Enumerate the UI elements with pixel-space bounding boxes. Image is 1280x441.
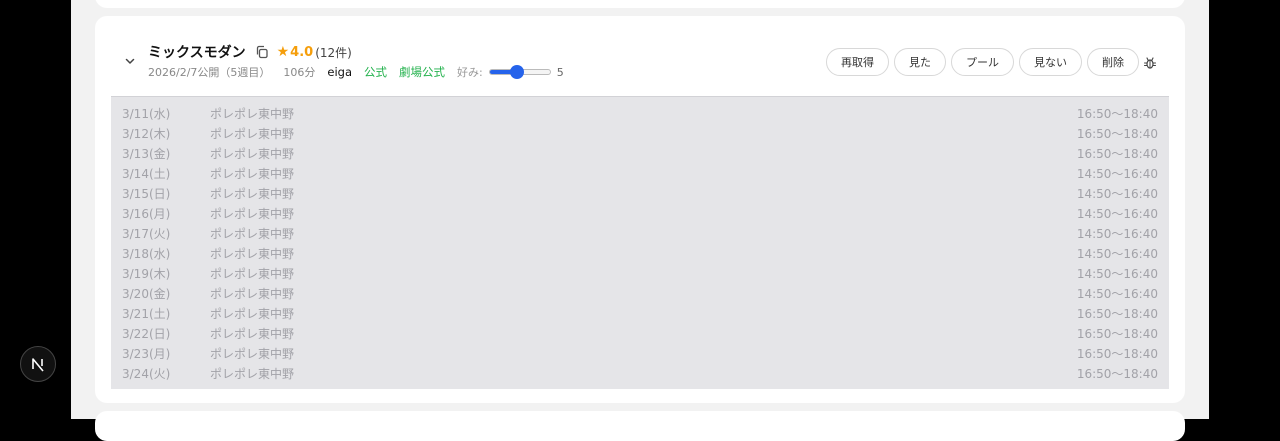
previous-movie-card <box>95 0 1185 8</box>
schedule-time: 16:50〜18:40 <box>1076 107 1158 121</box>
schedule-date: 3/11(水) <box>122 107 171 121</box>
schedule-row: 3/20(金) ポレポレ東中野 14:50〜16:40 <box>111 283 1169 303</box>
schedule-row: 3/23(月) ポレポレ東中野 16:50〜18:40 <box>111 343 1169 363</box>
schedule-time: 14:50〜16:40 <box>1076 287 1158 301</box>
schedule-time: 14:50〜16:40 <box>1076 187 1158 201</box>
rating-value: 4.0 <box>290 44 314 60</box>
schedule-theater: ポレポレ東中野 <box>210 247 295 261</box>
schedule-date: 3/16(月) <box>122 207 171 221</box>
schedule-time: 14:50〜16:40 <box>1076 167 1158 181</box>
watched-button[interactable]: 見た <box>894 48 946 76</box>
schedule-row: 3/21(土) ポレポレ東中野 16:50〜18:40 <box>111 303 1169 323</box>
official-link[interactable]: 公式 <box>364 64 387 80</box>
schedule-time: 14:50〜16:40 <box>1076 207 1158 221</box>
schedule-time: 16:50〜18:40 <box>1076 147 1158 161</box>
chevron-down-icon[interactable] <box>123 54 137 68</box>
movie-title-row: ミックスモダン ★ 4.0 (12件) <box>148 42 352 62</box>
schedule-theater: ポレポレ東中野 <box>210 207 295 221</box>
schedule-date: 3/24(火) <box>122 367 171 381</box>
schedule-theater: ポレポレ東中野 <box>210 367 295 381</box>
preference-value: 5 <box>556 65 564 79</box>
schedule-theater: ポレポレ東中野 <box>210 107 295 121</box>
source-label: eiga <box>327 65 353 79</box>
schedule-row: 3/15(日) ポレポレ東中野 14:50〜16:40 <box>111 183 1169 203</box>
schedule-time: 16:50〜18:40 <box>1076 367 1158 381</box>
schedule-theater: ポレポレ東中野 <box>210 147 295 161</box>
schedule-time: 14:50〜16:40 <box>1076 267 1158 281</box>
showtime-schedule: 3/11(水) ポレポレ東中野 16:50〜18:40 3/12(木) ポレポレ東中野 1… <box>111 96 1169 389</box>
schedule-row: 3/22(日) ポレポレ東中野 16:50〜18:40 <box>111 323 1169 343</box>
schedule-theater: ポレポレ東中野 <box>210 287 295 301</box>
schedule-date: 3/12(木) <box>122 127 171 141</box>
schedule-theater: ポレポレ東中野 <box>210 307 295 321</box>
schedule-theater: ポレポレ東中野 <box>210 267 295 281</box>
skip-button[interactable]: 見ない <box>1019 48 1082 76</box>
schedule-theater: ポレポレ東中野 <box>210 167 295 181</box>
schedule-theater: ポレポレ東中野 <box>210 127 295 141</box>
rating: ★ 4.0 (12件) <box>277 44 352 61</box>
schedule-date: 3/20(金) <box>122 287 171 301</box>
schedule-row: 3/14(土) ポレポレ東中野 14:50〜16:40 <box>111 163 1169 183</box>
delete-button[interactable]: 削除 <box>1087 48 1139 76</box>
schedule-time: 16:50〜18:40 <box>1076 347 1158 361</box>
schedule-date: 3/15(日) <box>122 187 171 201</box>
schedule-row: 3/17(火) ポレポレ東中野 14:50〜16:40 <box>111 223 1169 243</box>
schedule-theater: ポレポレ東中野 <box>210 327 295 341</box>
theater-official-link[interactable]: 劇場公式 <box>399 64 445 80</box>
movie-title: ミックスモダン <box>148 45 246 61</box>
schedule-date: 3/13(金) <box>122 147 171 161</box>
schedule-date: 3/23(月) <box>122 347 171 361</box>
schedule-row: 3/24(火) ポレポレ東中野 16:50〜18:40 <box>111 363 1169 383</box>
schedule-row: 3/16(月) ポレポレ東中野 14:50〜16:40 <box>111 203 1169 223</box>
preference-slider[interactable] <box>488 65 551 79</box>
runtime: 106分 <box>283 66 316 79</box>
schedule-row: 3/12(木) ポレポレ東中野 16:50〜18:40 <box>111 123 1169 143</box>
next-movie-card <box>95 411 1185 441</box>
schedule-row: 3/13(金) ポレポレ東中野 16:50〜18:40 <box>111 143 1169 163</box>
action-buttons: 再取得 見た プール 見ない 削除 <box>826 48 1139 76</box>
copy-icon[interactable] <box>255 45 269 59</box>
schedule-date: 3/19(木) <box>122 267 171 281</box>
refetch-button[interactable]: 再取得 <box>826 48 889 76</box>
schedule-date: 3/21(土) <box>122 307 171 321</box>
schedule-time: 16:50〜18:40 <box>1076 307 1158 321</box>
schedule-date: 3/22(日) <box>122 327 171 341</box>
schedule-time: 16:50〜18:40 <box>1076 327 1158 341</box>
schedule-row: 3/11(水) ポレポレ東中野 16:50〜18:40 <box>111 103 1169 123</box>
schedule-time: 16:50〜18:40 <box>1076 127 1158 141</box>
bug-icon[interactable] <box>1143 55 1157 69</box>
schedule-row: 3/18(水) ポレポレ東中野 14:50〜16:40 <box>111 243 1169 263</box>
schedule-time: 14:50〜16:40 <box>1076 227 1158 241</box>
schedule-date: 3/18(水) <box>122 247 171 261</box>
schedule-theater: ポレポレ東中野 <box>210 227 295 241</box>
release-info: 2026/2/7公開（5週目） <box>148 66 271 79</box>
star-icon: ★ <box>276 44 290 60</box>
next-logo-icon <box>32 358 44 372</box>
schedule-theater: ポレポレ東中野 <box>210 347 295 361</box>
schedule-time: 14:50〜16:40 <box>1076 247 1158 261</box>
preference-slider-thumb[interactable] <box>509 65 524 79</box>
schedule-row: 3/19(木) ポレポレ東中野 14:50〜16:40 <box>111 263 1169 283</box>
movie-card: ミックスモダン ★ 4.0 (12件) 2026/2/7公開（5週目） 106分… <box>95 16 1185 403</box>
pool-button[interactable]: プール <box>951 48 1014 76</box>
movie-meta-row: 2026/2/7公開（5週目） 106分 eiga 公式 劇場公式 好み: 5 <box>148 64 564 80</box>
preference-label: 好み: <box>457 66 483 79</box>
rating-count: (12件) <box>315 45 352 60</box>
schedule-date: 3/17(火) <box>122 227 171 241</box>
schedule-date: 3/14(土) <box>122 167 171 181</box>
schedule-theater: ポレポレ東中野 <box>210 187 295 201</box>
dev-tools-badge[interactable] <box>20 346 56 382</box>
